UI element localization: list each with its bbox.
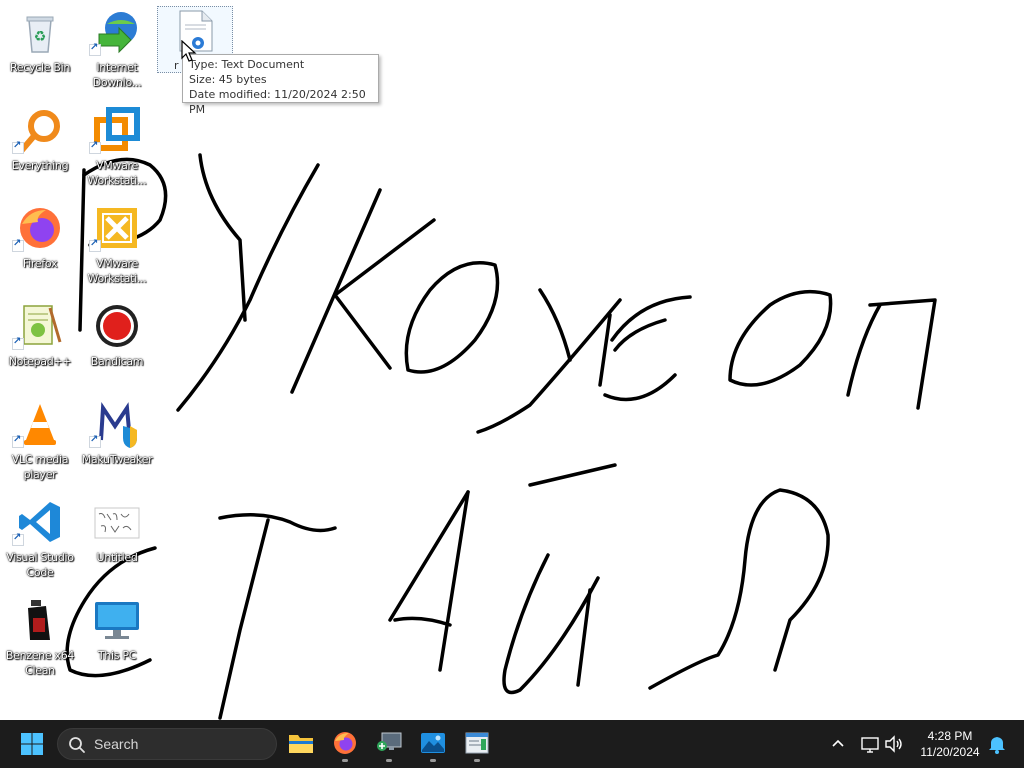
desktop-icon-vlc[interactable]: VLC media player <box>0 396 80 486</box>
remote-desktop-icon <box>377 732 402 751</box>
taskbar-app-photos[interactable] <box>413 724 453 764</box>
desktop-icon-label: Bandicam <box>90 355 144 368</box>
photos-icon <box>421 733 445 753</box>
firefox-icon <box>334 732 356 754</box>
shortcut-arrow-icon <box>89 140 101 154</box>
desktop-icon-label: Firefox <box>22 257 58 270</box>
desktop-icon-label: VLC media player <box>11 453 69 481</box>
desktop-icon-recycle-bin[interactable]: ♻ Recycle Bin <box>0 4 80 94</box>
desktop-icon-firefox[interactable]: Firefox <box>0 200 80 290</box>
desktop-icon-notepad-plus-plus[interactable]: Notepad++ <box>0 298 80 388</box>
volume-icon[interactable] <box>882 732 906 756</box>
bandicam-icon <box>96 305 138 347</box>
this-pc-icon <box>95 602 139 639</box>
desktop-icon-label: Everything <box>11 159 69 172</box>
windows-start-icon <box>21 733 43 755</box>
desktop-icon-everything[interactable]: Everything <box>0 102 80 192</box>
desktop-icon-internet-download-manager[interactable]: Internet Downlo... <box>77 4 157 94</box>
desktop-icon-label: r <box>174 59 179 72</box>
desktop-icon-label: Notepad++ <box>8 355 72 368</box>
desktop-icon-vmware-workstation[interactable]: VMware Workstati... <box>77 102 157 192</box>
desktop-icon-label: MakuTweaker <box>81 453 153 466</box>
desktop-icon-label: VMware Workstati... <box>87 159 147 187</box>
running-indicator <box>386 759 392 762</box>
notepad-icon <box>465 732 489 754</box>
desktop-icon-label: Benzene x64 Clean <box>5 649 75 677</box>
clock-time: 4:28 PM <box>927 729 973 743</box>
taskbar-app-firefox[interactable] <box>325 724 365 764</box>
network-icon[interactable] <box>858 732 882 756</box>
shortcut-arrow-icon <box>12 336 24 350</box>
tooltip-size: Size: 45 bytes <box>189 73 267 86</box>
desktop-icon-vscode[interactable]: Visual Studio Code <box>0 494 80 584</box>
mouse-pointer-icon <box>181 40 197 62</box>
desktop-icon-this-pc[interactable]: This PC <box>77 592 157 682</box>
desktop-icon-label: This PC <box>97 649 137 662</box>
shortcut-arrow-icon <box>12 238 24 252</box>
desktop-icon-label: Internet Downlo... <box>92 61 142 89</box>
taskbar-search-box[interactable]: Search <box>57 728 277 760</box>
file-info-tooltip: Type: Text Document Size: 45 bytes Date … <box>182 54 379 116</box>
taskbar-clock[interactable]: 4:28 PM 11/20/2024 <box>912 728 988 760</box>
chevron-up-icon[interactable] <box>826 732 850 756</box>
desktop-icon-makutweaker[interactable]: MakuTweaker <box>77 396 157 486</box>
shortcut-arrow-icon <box>89 238 101 252</box>
file-explorer-icon <box>289 735 313 753</box>
taskbar-app-file-explorer[interactable] <box>281 724 321 764</box>
taskbar: Search 4:28 PM 11/20/2024 <box>0 720 1024 768</box>
desktop-icon-label: Untitled <box>96 551 138 564</box>
search-icon <box>69 737 85 753</box>
running-indicator <box>430 759 436 762</box>
running-indicator <box>474 759 480 762</box>
running-indicator <box>342 759 348 762</box>
desktop-icon-bandicam[interactable]: Bandicam <box>77 298 157 388</box>
desktop-icon-untitled[interactable]: Untitled <box>77 494 157 584</box>
taskbar-app-notepad[interactable] <box>457 724 497 764</box>
desktop-icon-benzene[interactable]: Benzene x64 Clean <box>0 592 80 682</box>
image-file-icon <box>94 507 140 539</box>
clock-date: 11/20/2024 <box>920 745 980 759</box>
tooltip-type: Type: Text Document <box>189 58 305 71</box>
tooltip-date-modified: Date modified: 11/20/2024 2:50 PM <box>189 88 366 116</box>
shortcut-arrow-icon <box>89 434 101 448</box>
desktop-icon-label: VMware Workstati... <box>87 257 147 285</box>
desktop[interactable]: ♻ Recycle Bin Everything Firefox Notepad… <box>0 0 1024 720</box>
start-button[interactable] <box>12 724 52 764</box>
recycle-bin-icon: ♻ <box>26 16 54 53</box>
desktop-icon-vmware-player[interactable]: VMware Workstati... <box>77 200 157 290</box>
shortcut-arrow-icon <box>12 532 24 546</box>
svg-text:♻: ♻ <box>34 29 47 45</box>
desktop-icon-label: Visual Studio Code <box>6 551 74 579</box>
taskbar-app-remote-desktop[interactable] <box>369 724 409 764</box>
shortcut-arrow-icon <box>89 42 101 56</box>
shortcut-arrow-icon <box>12 140 24 154</box>
desktop-icon-label: Recycle Bin <box>9 61 71 74</box>
benzene-icon <box>28 600 50 640</box>
search-placeholder: Search <box>94 736 139 752</box>
notification-bell-icon[interactable] <box>985 732 1009 756</box>
shortcut-arrow-icon <box>12 434 24 448</box>
